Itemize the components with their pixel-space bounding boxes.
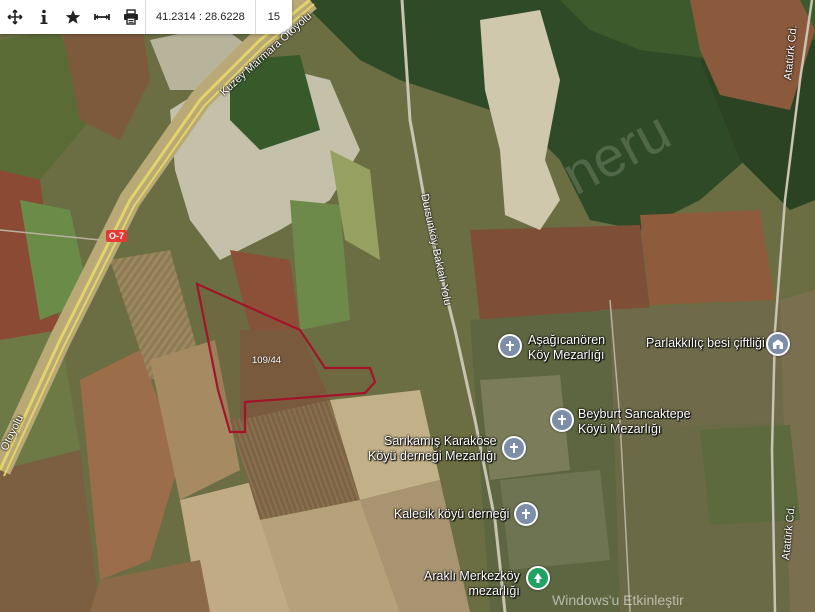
park-icon[interactable] xyxy=(526,566,550,590)
measure-icon[interactable] xyxy=(87,0,116,34)
poi-beyburt[interactable]: Beyburt Sancaktepe Köyü Mezarlığı xyxy=(578,407,691,437)
poi-kalecik-line1: Kalecik köyü derneği xyxy=(394,507,510,521)
poi-beyburt-line1: Beyburt Sancaktepe xyxy=(578,407,691,421)
coordinate-readout: 41.2314 : 28.6228 xyxy=(145,0,255,34)
parcel-label[interactable]: 109/44 xyxy=(252,355,281,366)
star-icon[interactable] xyxy=(58,0,87,34)
poi-kalecik[interactable]: Kalecik köyü derneği xyxy=(394,507,509,522)
poi-arakli-line1: Araklı Merkezköy xyxy=(424,569,520,583)
cemetery-icon[interactable] xyxy=(498,334,522,358)
poi-arakli[interactable]: Araklı Merkezköy mezarlığı xyxy=(424,569,520,599)
os-activation-watermark: Windows'u Etkinleştir xyxy=(552,592,684,608)
farm-icon[interactable] xyxy=(766,332,790,356)
map-toolbar: 41.2314 : 28.6228 15 xyxy=(0,0,292,34)
poi-parlakkilic[interactable]: Parlakkılıç besi çiftliği xyxy=(646,336,765,351)
cemetery-icon[interactable] xyxy=(550,408,574,432)
motorway-shield: O-7 xyxy=(106,230,128,242)
poi-asagicanoren-line1: Aşağıcanören xyxy=(528,333,606,347)
poi-asagicanoren[interactable]: Aşağıcanören Köy Mezarlığı xyxy=(528,333,605,363)
map-viewer: neru 41.2314 : 28.6228 15 Kuzey Marmara … xyxy=(0,0,815,612)
poi-beyburt-line2: Köyü Mezarlığı xyxy=(578,422,662,436)
poi-parlakkilic-line1: Parlakkılıç besi çiftliği xyxy=(646,336,765,350)
poi-asagicanoren-line2: Köy Mezarlığı xyxy=(528,348,605,362)
poi-sarikamis[interactable]: Sarıkamış Karaköse Köyü derneği Mezarlığ… xyxy=(368,434,497,464)
poi-sarikamis-line1: Sarıkamış Karaköse xyxy=(384,434,497,448)
poi-sarikamis-line2: Köyü derneği Mezarlığı xyxy=(368,449,497,463)
cemetery-icon[interactable] xyxy=(502,436,526,460)
cemetery-icon[interactable] xyxy=(514,502,538,526)
poi-arakli-line2: mezarlığı xyxy=(468,584,520,598)
print-icon[interactable] xyxy=(116,0,145,34)
info-icon[interactable] xyxy=(29,0,58,34)
crosshair-move-icon[interactable] xyxy=(0,0,29,34)
